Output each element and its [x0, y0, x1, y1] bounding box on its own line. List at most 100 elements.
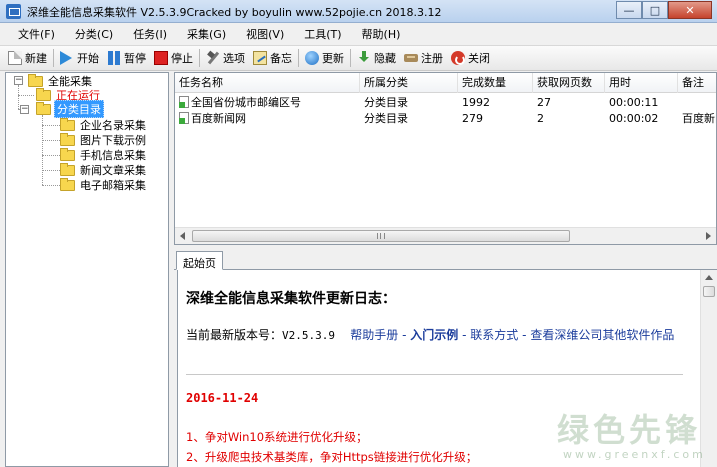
new-button[interactable]: 新建 [4, 47, 51, 69]
tree-item-child[interactable]: 新闻文章采集 [60, 162, 148, 177]
tree-collapse-toggle[interactable]: − [14, 76, 23, 85]
cell-pages: 2 [537, 112, 544, 125]
tree-connector [42, 140, 60, 141]
folder-icon [60, 162, 75, 176]
scroll-left-arrow-icon[interactable] [180, 232, 185, 240]
title-bar: 深维全能信息采集软件 V2.5.3.9Cracked by boyulin ww… [0, 0, 717, 23]
stop-button[interactable]: 停止 [150, 47, 197, 69]
task-name: 百度新闻网 [191, 112, 246, 125]
help-manual-link[interactable]: 帮助手册 [350, 328, 398, 342]
tree-item-root[interactable]: 全能采集 [28, 73, 94, 88]
stop-icon [154, 51, 168, 65]
scrollbar-thumb[interactable] [703, 286, 715, 297]
folder-icon [60, 117, 75, 131]
hide-button-label: 隐藏 [374, 52, 396, 65]
tree-item-category[interactable]: 分类目录 [36, 100, 104, 118]
horizontal-scrollbar[interactable] [175, 227, 716, 244]
minimize-button[interactable]: — [616, 1, 642, 19]
scrollbar-thumb[interactable] [192, 230, 570, 242]
table-row[interactable]: 百度新闻网 分类目录 279 2 00:00:02 百度新闻 [175, 111, 716, 127]
scroll-up-arrow-icon[interactable] [705, 275, 713, 280]
examples-link[interactable]: 入门示例 [410, 328, 458, 342]
start-button-label: 开始 [77, 52, 99, 65]
options-button-label: 选项 [223, 52, 245, 65]
grip-icon [377, 233, 385, 239]
contact-link[interactable]: 联系方式 [470, 328, 518, 342]
folder-icon [60, 132, 75, 146]
browser-tab-strip: 起始页 [174, 251, 717, 270]
link-separator: - [522, 328, 527, 342]
memo-button[interactable]: 备忘 [249, 47, 296, 69]
tree-connector [42, 185, 60, 186]
link-separator: - [462, 328, 467, 342]
cell-pages: 27 [537, 96, 551, 109]
close-app-button[interactable]: 关闭 [447, 47, 494, 69]
more-software-link[interactable]: 查看深维公司其他软件作品 [530, 328, 674, 342]
divider [186, 374, 683, 375]
task-file-icon [179, 96, 189, 108]
tree-item-label: 分类目录 [54, 100, 104, 118]
tree-item-child[interactable]: 企业名录采集 [60, 117, 148, 132]
toolbar-separator [199, 49, 200, 67]
menu-help[interactable]: 帮助(H) [352, 24, 411, 44]
folder-icon [60, 147, 75, 161]
tree-collapse-toggle[interactable]: − [20, 105, 29, 114]
version-number: V2.5.3.9 [282, 329, 335, 342]
changelog-list: 1、争对Win10系统进行优化升级； 2、升级爬虫技术基类库，争对Https链接… [186, 427, 686, 467]
close-app-button-label: 关闭 [468, 52, 490, 65]
menu-file[interactable]: 文件(F) [8, 24, 65, 44]
download-arrow-icon [357, 51, 371, 65]
tree-item-child[interactable]: 电子邮箱采集 [60, 177, 148, 192]
changelog-document: 深维全能信息采集软件更新日志： 当前最新版本号：V2.5.3.9 帮助手册 - … [186, 270, 691, 467]
task-list-header: 任务名称 所属分类 完成数量 获取网页数 用时 备注 [175, 73, 716, 93]
list-item: 1、争对Win10系统进行优化升级； [186, 430, 368, 444]
tree-connector [42, 155, 60, 156]
column-header-time[interactable]: 用时 [605, 73, 678, 93]
hide-button[interactable]: 隐藏 [353, 47, 400, 69]
menu-tools[interactable]: 工具(T) [294, 24, 351, 44]
scroll-right-arrow-icon[interactable] [706, 232, 711, 240]
column-header-note[interactable]: 备注 [678, 73, 716, 93]
folder-icon [36, 87, 51, 101]
menu-bar: 文件(F) 分类(C) 任务(I) 采集(G) 视图(V) 工具(T) 帮助(H… [0, 23, 717, 45]
table-row[interactable]: 全国省份城市邮编区号 分类目录 1992 27 00:00:11 [175, 95, 716, 111]
vertical-scrollbar[interactable] [700, 270, 717, 467]
folder-icon [28, 73, 43, 87]
new-button-label: 新建 [25, 52, 47, 65]
tree-item-child[interactable]: 手机信息采集 [60, 147, 148, 162]
list-item: 2、升级爬虫技术基类库，争对Https链接进行优化升级； [186, 450, 478, 464]
update-button[interactable]: 更新 [301, 47, 348, 69]
changelog-date: 2016-11-24 [186, 391, 259, 405]
tree-connector [18, 95, 34, 96]
column-header-pages[interactable]: 获取网页数 [533, 73, 605, 93]
version-line: 当前最新版本号：V2.5.3.9 帮助手册 - 入门示例 - 联系方式 - 查看… [186, 325, 681, 346]
tree-connector [42, 125, 60, 126]
key-icon [404, 51, 418, 65]
cell-time: 00:00:11 [609, 96, 659, 109]
pause-button[interactable]: 暂停 [103, 47, 150, 69]
options-button[interactable]: 选项 [202, 47, 249, 69]
play-icon [60, 51, 72, 65]
menu-category[interactable]: 分类(C) [65, 24, 123, 44]
menu-task[interactable]: 任务(I) [123, 24, 177, 44]
maximize-button[interactable]: □ [642, 1, 668, 19]
tab-start-page[interactable]: 起始页 [176, 251, 223, 270]
column-header-category[interactable]: 所属分类 [360, 73, 458, 93]
start-button[interactable]: 开始 [56, 47, 103, 69]
column-header-done[interactable]: 完成数量 [458, 73, 533, 93]
menu-view[interactable]: 视图(V) [236, 24, 294, 44]
tree-item-child[interactable]: 图片下载示例 [60, 132, 148, 147]
folder-icon [60, 177, 75, 191]
toolbar-separator [53, 49, 54, 67]
cell-category: 分类目录 [364, 96, 408, 109]
column-header-task-name[interactable]: 任务名称 [175, 73, 360, 93]
menu-collect[interactable]: 采集(G) [177, 24, 236, 44]
cell-done: 1992 [462, 96, 490, 109]
register-button-label: 注册 [421, 52, 443, 65]
toolbar-separator [298, 49, 299, 67]
tree-item-label: 企业名录采集 [80, 119, 146, 132]
register-button[interactable]: 注册 [400, 47, 447, 69]
tree-connector [42, 170, 60, 171]
start-page-browser: 深维全能信息采集软件更新日志： 当前最新版本号：V2.5.3.9 帮助手册 - … [177, 270, 717, 467]
close-window-button[interactable]: ✕ [668, 1, 712, 19]
